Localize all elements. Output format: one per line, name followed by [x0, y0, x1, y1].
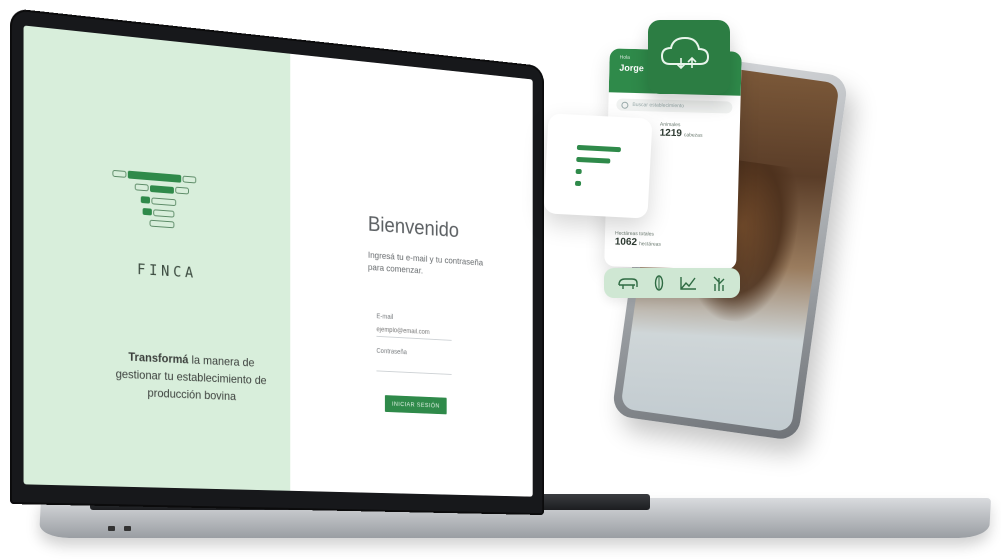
email-label: E-mail [376, 313, 394, 321]
usb-port [124, 526, 131, 531]
feed-icon[interactable] [653, 274, 665, 292]
login-button[interactable]: INICIAR SESIÓN [384, 395, 447, 415]
app-search-input[interactable]: Buscar establecimiento [616, 98, 733, 114]
menu-lines-icon [575, 144, 621, 187]
tagline: Transformá la manera de gestionar tu est… [114, 347, 268, 406]
cow-icon[interactable] [617, 275, 639, 291]
stat-hectares: Hectáreas totales 1062 hectáreas [615, 231, 662, 249]
password-field[interactable] [376, 357, 452, 375]
brand-panel: FINCA Transformá la manera de gestionar … [23, 25, 291, 491]
app-icon-bar [604, 268, 740, 298]
stat-animals: Animales 1219 cabezas [660, 122, 703, 140]
finca-logo-icon [109, 162, 210, 257]
menu-tile [543, 113, 653, 219]
laptop-lid: FINCA Transformá la manera de gestionar … [10, 8, 544, 516]
login-panel: Bienvenido Ingresá tu e-mail y tu contra… [290, 53, 533, 497]
stat-hectares-unit: hectáreas [638, 241, 662, 248]
tagline-strong: Transformá [128, 349, 189, 367]
pasture-icon[interactable] [711, 274, 727, 292]
scene: MacBook Pro FINCA [0, 0, 1001, 559]
laptop-screen: FINCA Transformá la manera de gestionar … [23, 25, 533, 497]
welcome-heading: Bienvenido [367, 211, 459, 242]
cloud-tile [648, 20, 730, 94]
password-label: Contraseña [376, 347, 407, 357]
chart-icon[interactable] [679, 275, 697, 291]
finca-wordmark: FINCA [137, 260, 197, 282]
usb-port [108, 526, 115, 531]
cloud-icon [660, 36, 710, 70]
email-field[interactable] [376, 322, 452, 341]
stat-animals-value: 1219 [659, 127, 683, 140]
stat-animals-unit: cabezas [683, 132, 703, 139]
stat-hectares-value: 1062 [614, 236, 638, 249]
login-instructions: Ingresá tu e-mail y tu contraseña para c… [367, 250, 484, 277]
